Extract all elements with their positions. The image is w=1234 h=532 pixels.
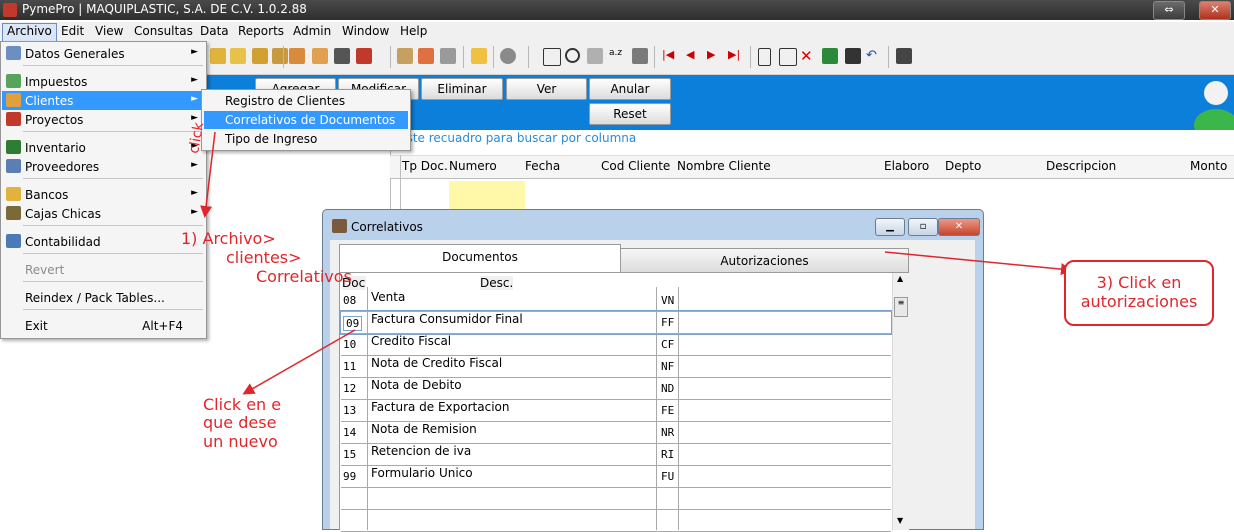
- annotation-step3b: autorizaciones: [1080, 292, 1198, 311]
- annotation-step2b: que dese: [203, 413, 277, 432]
- annotation-step1b: clientes>: [226, 248, 302, 267]
- annotation-arrows: [200, 131, 1073, 395]
- annotation-box: 3) Click en autorizaciones: [1064, 260, 1214, 326]
- annotation-step1: 1) Archivo>: [181, 229, 276, 248]
- annotation-step2c: un nuevo: [203, 432, 278, 451]
- annotation-step3a: 3) Click en: [1096, 273, 1182, 292]
- annotation-step2a: Click en e: [203, 395, 282, 414]
- annotation-step1c: Correlativos: [256, 267, 352, 286]
